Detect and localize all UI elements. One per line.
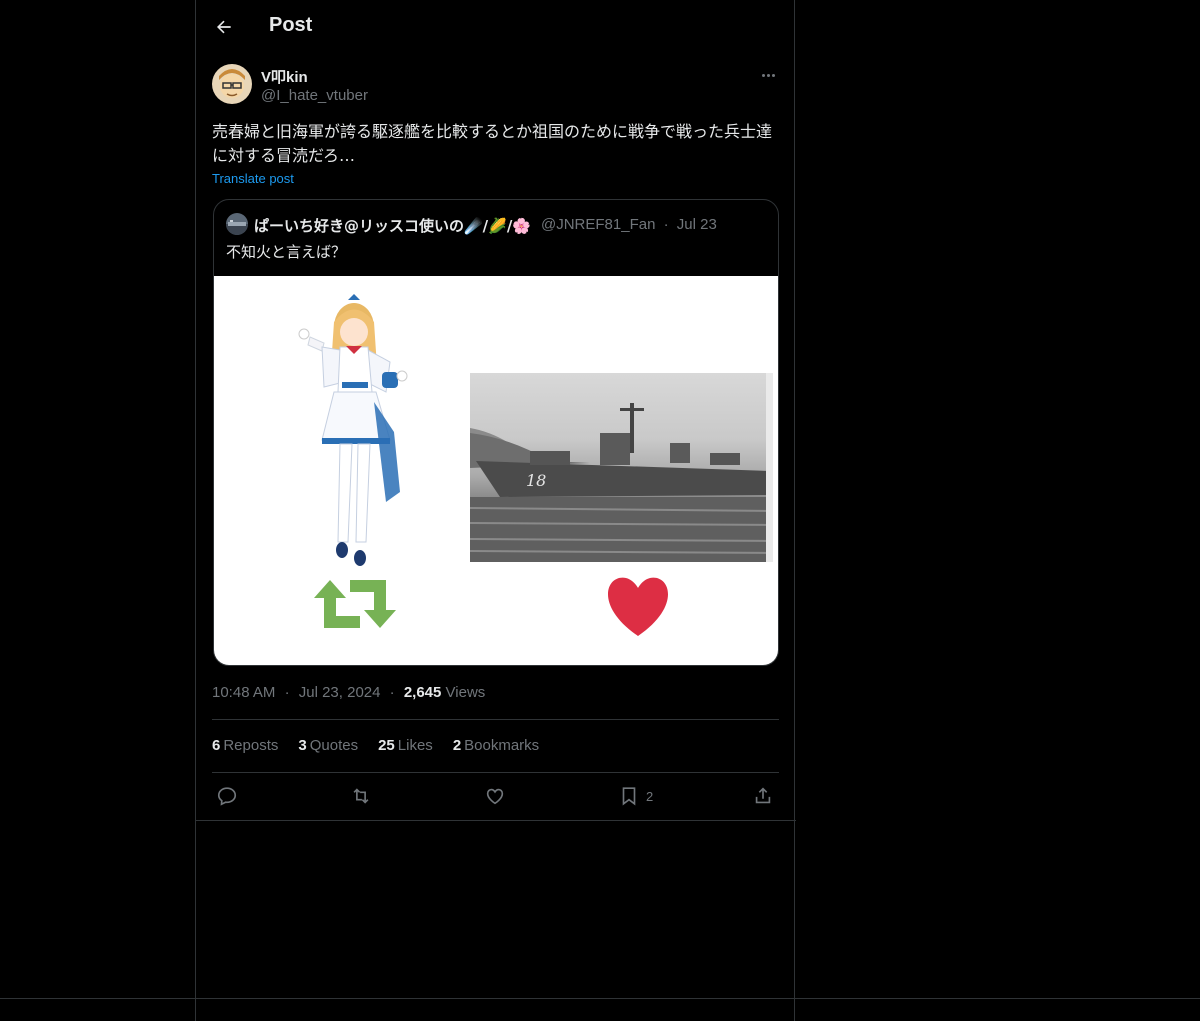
views-count: 2,645 [403,684,442,701]
destroyer-photo: 18 [469,373,774,562]
post-meta: 10:48 AM · Jul 23, 2024 · 2,645 Views [212,684,485,701]
share-icon [755,787,771,804]
quote-handle-date: @JNREF81_Fan · Jul 23 [541,216,717,233]
likes-stat[interactable]: 25 Likes [378,737,433,754]
reply-button[interactable] [216,784,238,808]
avatar[interactable] [212,64,252,104]
reposts-label: Reposts [223,737,279,754]
likes-count: 25 [378,737,395,754]
author-handle[interactable]: @I_hate_vtuber [261,87,368,104]
bookmarks-count: 2 [452,737,462,754]
quote-display-name[interactable]: ぱーいち好き@リッスコ使いの☄️/🌽/🌸 [254,215,531,236]
page-bottom-divider [0,998,1200,999]
quoted-post-card[interactable]: ぱーいち好き@リッスコ使いの☄️/🌽/🌸 @JNREF81_Fan · Jul … [213,199,779,666]
separator: · [389,684,395,701]
views-label: Views [445,684,486,701]
quote-handle[interactable]: @JNREF81_Fan [541,216,655,233]
divider [212,772,779,773]
ship-hull-number: 18 [526,471,547,490]
author-display-name[interactable]: V叩kin [261,66,308,87]
likes-label: Likes [397,737,433,754]
like-button[interactable] [484,784,506,808]
bookmarks-stat[interactable]: 2 Bookmarks [453,737,539,754]
reply-icon [217,787,237,806]
quote-date[interactable]: Jul 23 [677,216,717,233]
post-time[interactable]: 10:48 AM [212,684,275,701]
retweet-button[interactable] [350,784,372,808]
reposts-stat[interactable]: 6 Reposts [212,737,278,754]
reposts-count: 6 [212,737,221,754]
heart-icon [486,788,504,805]
separator: · [284,684,290,701]
translate-post-link[interactable]: Translate post [212,171,294,186]
post-text: 売春婦と旧海軍が誇る駆逐艦を比較するとか祖国のために戦争で戦った兵士達に対する冒… [212,122,773,165]
retweet-icon [353,788,369,804]
quote-avatar[interactable] [226,213,248,235]
more-options-icon[interactable] [756,66,780,84]
heart-emoji-icon [608,577,668,636]
main-column: Post V叩kin @I_hate_vtuber 売春婦と旧海軍が誇る駆逐艦を… [195,0,796,1021]
back-arrow-icon[interactable] [210,13,238,41]
quotes-label: Quotes [309,737,359,754]
bookmarks-label: Bookmarks [464,737,540,754]
bookmark-button[interactable]: 2 [618,784,653,808]
action-bar: 2 [196,782,796,810]
post-date[interactable]: Jul 23, 2024 [299,684,381,701]
divider [196,820,796,821]
character-illustration [298,294,408,566]
bookmark-count: 2 [646,788,654,804]
separator: · [663,216,669,233]
divider [212,719,779,720]
quotes-count: 3 [298,737,307,754]
bookmark-icon [622,787,636,806]
quote-text: 不知火と言えば？ [226,243,347,261]
quotes-stat[interactable]: 3 Quotes [298,737,358,754]
share-button[interactable] [752,784,774,808]
header: Post [196,0,796,54]
post-stats: 6 Reposts 3 Quotes 25 Likes 2 Bookmarks [212,737,539,754]
retweet-emoji-icon [314,580,396,628]
quote-media[interactable]: 18 [214,276,778,665]
page-title: Post [269,14,313,36]
